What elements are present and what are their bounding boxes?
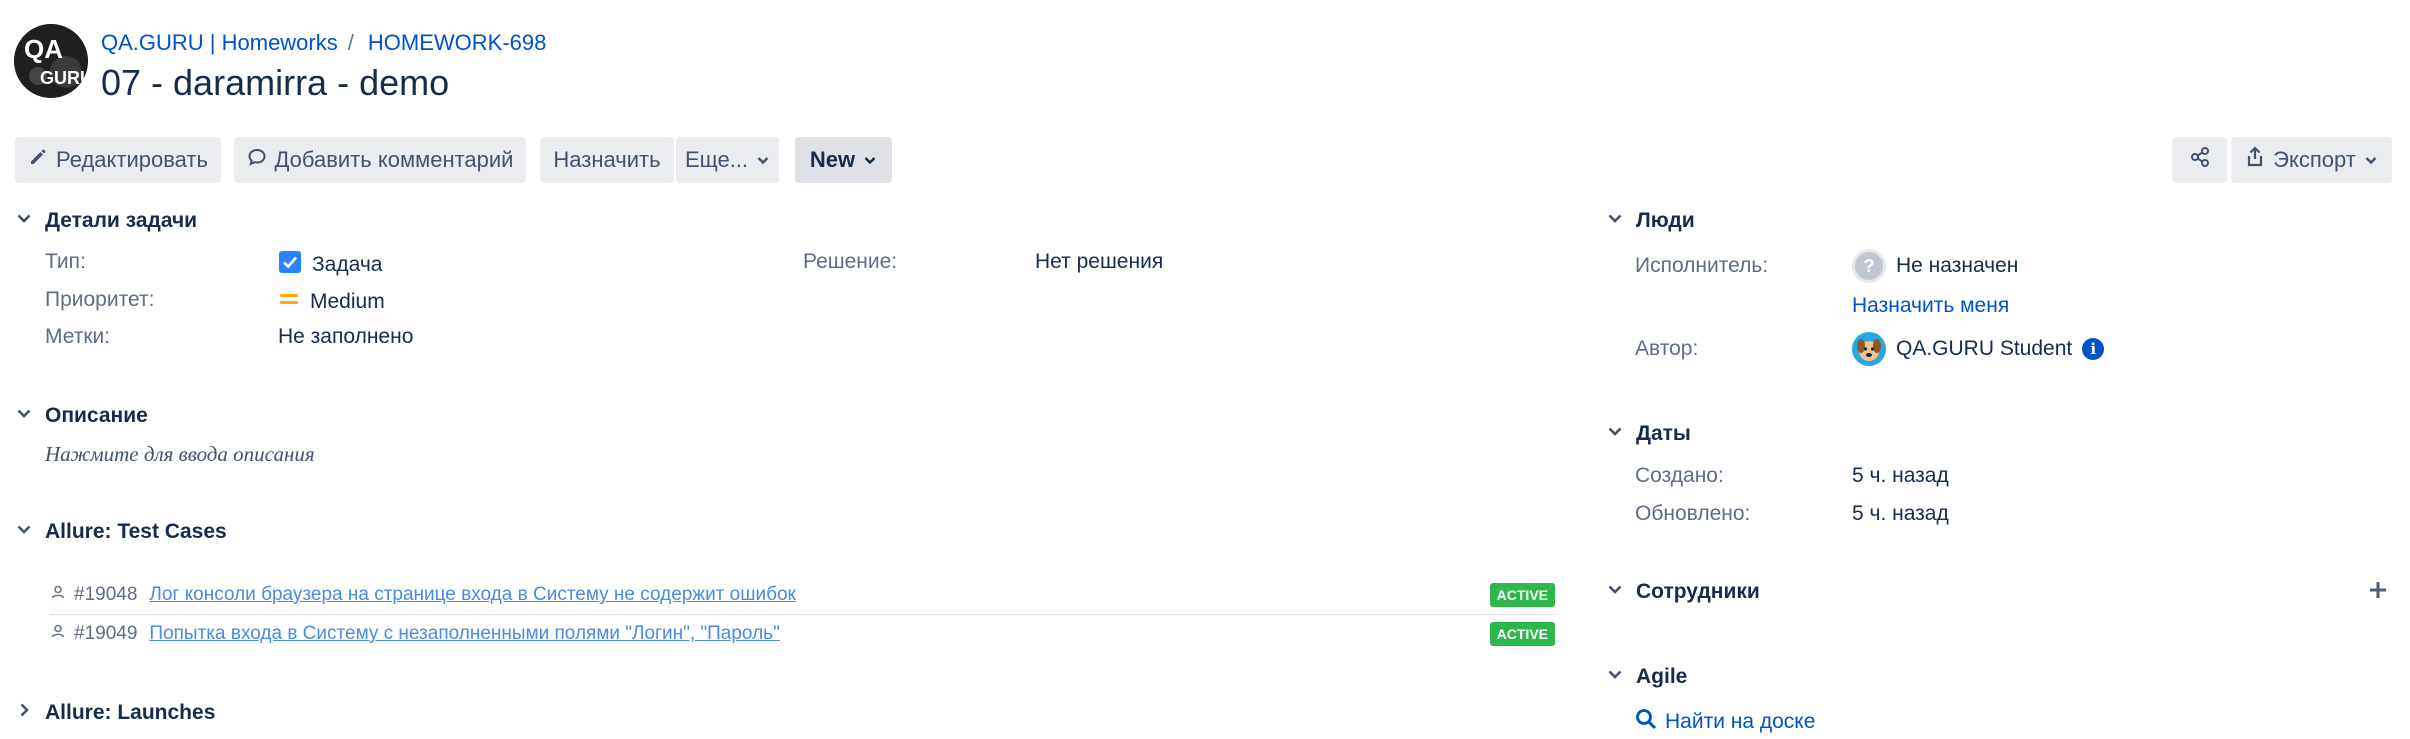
test-case-id: #19049 xyxy=(74,623,138,644)
search-icon xyxy=(1635,708,1657,736)
allure-launches-heading: Allure: Launches xyxy=(45,701,216,724)
more-actions-button[interactable]: Еще... xyxy=(676,137,779,183)
description-heading: Описание xyxy=(45,404,148,427)
chevron-down-icon xyxy=(863,147,877,173)
test-case-id: #19048 xyxy=(74,584,138,605)
export-button[interactable]: Экспорт xyxy=(2231,137,2392,183)
status-badge: ACTIVE xyxy=(1489,583,1555,607)
resolution-label: Решение: xyxy=(803,250,898,273)
employees-heading: Сотрудники xyxy=(1636,580,1760,603)
share-button[interactable] xyxy=(2172,137,2227,183)
allure-test-cases-heading: Allure: Test Cases xyxy=(45,520,227,543)
allure-test-cases-toggle[interactable]: Allure: Test Cases xyxy=(15,520,227,544)
test-case-link[interactable]: Попытка входа в Систему с незаполненными… xyxy=(149,623,779,645)
resolution-value: Нет решения xyxy=(1035,250,1164,273)
priority-value[interactable]: Medium xyxy=(278,288,385,316)
assign-to-me-link[interactable]: Назначить меня xyxy=(1852,294,2009,318)
created-value: 5 ч. назад xyxy=(1852,464,1949,487)
allure-launches-toggle[interactable]: Allure: Launches xyxy=(15,701,215,725)
chevron-down-icon xyxy=(756,147,770,173)
task-checkbox-icon xyxy=(278,250,302,280)
status-badge: ACTIVE xyxy=(1489,622,1555,646)
type-value[interactable]: Задача xyxy=(278,250,382,280)
type-value-text: Задача xyxy=(312,253,383,276)
assign-button-label: Назначить xyxy=(553,147,661,172)
agile-heading: Agile xyxy=(1636,665,1688,688)
more-actions-label: Еще... xyxy=(684,147,749,172)
created-label: Создано: xyxy=(1635,464,1724,487)
priority-value-text: Medium xyxy=(310,290,385,313)
status-label: New xyxy=(809,147,856,172)
info-icon[interactable]: i xyxy=(2082,338,2105,360)
breadcrumb-separator: / xyxy=(347,30,354,55)
test-case-row: #19049 Попытка входа в Систему с незапол… xyxy=(50,615,1555,653)
logo-text-guru: GURU xyxy=(40,68,88,88)
unassigned-avatar-icon: ? xyxy=(1852,249,1886,283)
test-case-row: #19048 Лог консоли браузера на странице … xyxy=(50,576,1555,614)
comment-icon xyxy=(247,147,267,173)
priority-medium-icon xyxy=(278,288,300,316)
logo-text-qa: QA xyxy=(24,34,63,64)
breadcrumb: QA.GURU | Homeworks / HOMEWORK-698 xyxy=(101,30,546,56)
chevron-down-icon xyxy=(2364,147,2378,173)
chevron-down-icon xyxy=(1606,209,1624,233)
plus-icon xyxy=(2367,582,2389,605)
edit-button[interactable]: Редактировать xyxy=(15,137,221,183)
dates-section-toggle[interactable]: Даты xyxy=(1606,422,1691,446)
export-icon xyxy=(2245,146,2265,174)
assignee-name: Не назначен xyxy=(1896,254,2019,277)
chevron-down-icon xyxy=(1606,665,1624,689)
dates-heading: Даты xyxy=(1636,422,1691,445)
pencil-icon xyxy=(28,147,48,173)
user-icon xyxy=(50,623,66,645)
find-on-board-label: Найти на доске xyxy=(1665,710,1816,733)
chevron-down-icon xyxy=(15,209,33,233)
status-dropdown-button[interactable]: New xyxy=(795,137,892,183)
add-comment-label: Добавить комментарий xyxy=(274,147,514,172)
updated-value: 5 ч. назад xyxy=(1852,502,1949,525)
breadcrumb-project-link[interactable]: QA.GURU | Homeworks xyxy=(101,30,338,55)
priority-label: Приоритет: xyxy=(45,288,155,311)
type-label: Тип: xyxy=(45,250,86,273)
reporter-value[interactable]: QA.GURU Student i xyxy=(1852,332,2105,366)
people-section-toggle[interactable]: Люди xyxy=(1606,209,1695,233)
reporter-label: Автор: xyxy=(1635,337,1699,360)
reporter-name: QA.GURU Student xyxy=(1896,337,2073,360)
chevron-down-icon xyxy=(1606,422,1624,446)
description-section-toggle[interactable]: Описание xyxy=(15,404,148,428)
description-placeholder[interactable]: Нажмите для ввода описания xyxy=(45,442,315,467)
chevron-down-icon xyxy=(15,404,33,428)
export-label: Экспорт xyxy=(2273,147,2356,172)
edit-button-label: Редактировать xyxy=(56,147,208,172)
add-employee-button[interactable] xyxy=(2367,579,2389,606)
chevron-right-icon xyxy=(15,701,33,725)
assignee-value[interactable]: ? Не назначен xyxy=(1852,249,2018,283)
chevron-down-icon xyxy=(15,520,33,544)
people-heading: Люди xyxy=(1636,209,1695,232)
project-logo[interactable]: QA GURU xyxy=(14,24,88,98)
find-on-board-link[interactable]: Найти на доске xyxy=(1635,708,1815,736)
user-icon xyxy=(50,584,66,606)
details-section-toggle[interactable]: Детали задачи xyxy=(15,209,197,233)
labels-label: Метки: xyxy=(45,325,111,348)
chevron-down-icon xyxy=(1606,580,1624,604)
share-icon xyxy=(2189,146,2211,174)
test-case-link[interactable]: Лог консоли браузера на странице входа в… xyxy=(149,584,795,606)
assign-button[interactable]: Назначить xyxy=(540,137,674,183)
labels-value[interactable]: Не заполнено xyxy=(278,325,413,349)
employees-section-toggle[interactable]: Сотрудники xyxy=(1606,580,1760,604)
updated-label: Обновлено: xyxy=(1635,502,1751,525)
assignee-label: Исполнитель: xyxy=(1635,254,1769,277)
reporter-avatar xyxy=(1852,332,1886,366)
breadcrumb-issue-link[interactable]: HOMEWORK-698 xyxy=(368,30,546,55)
add-comment-button[interactable]: Добавить комментарий xyxy=(234,137,526,183)
agile-section-toggle[interactable]: Agile xyxy=(1606,665,1687,689)
issue-title[interactable]: 07 - daramirra - demo xyxy=(101,62,449,104)
details-heading: Детали задачи xyxy=(45,209,198,232)
